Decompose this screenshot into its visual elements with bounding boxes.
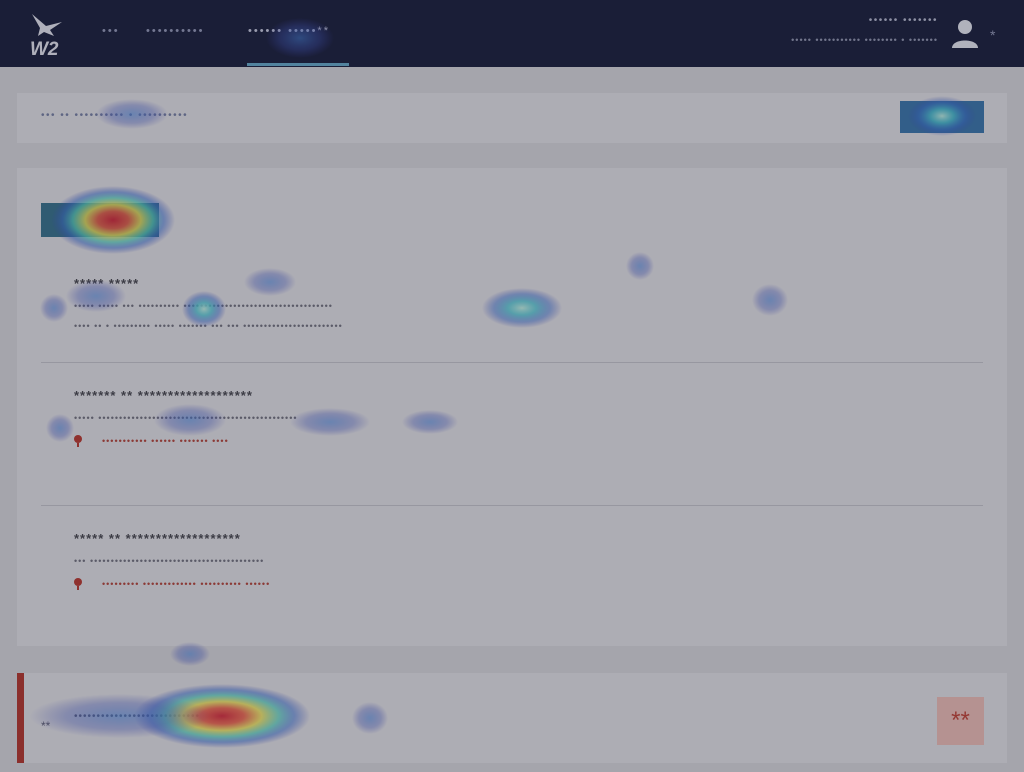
nav-item-3-active[interactable]: •••••• •••••** [248,25,330,37]
section-2-link-row[interactable]: ••••••••••• •••••• ••••••• •••• [74,435,298,447]
section-1-title: ***** ***** [74,276,140,291]
section-3-title: ***** ** ******************* [74,531,241,546]
nav-item-2[interactable]: •••••••••• [146,25,205,37]
section-1: ***** ***** ••••• ••••• ••• •••••••••• •… [74,276,343,331]
breadcrumb-card: ••• •• •••••••••• • •••••••••• [17,93,1007,143]
alert-icon: ** [41,719,51,733]
section-divider-1 [41,362,983,363]
section-2-title: ******* ** ******************* [74,388,253,403]
section-3: ***** ** ******************* ••• •••••••… [74,531,270,590]
section-2: ******* ** ******************* ••••• •••… [74,388,298,447]
section-2-link[interactable]: ••••••••••• •••••• ••••••• •••• [102,436,229,446]
section-3-line-1: ••• ••••••••••••••••••••••••••••••••••••… [74,556,265,566]
section-1-line-2: •••• •• • ••••••••• ••••• ••••••• ••• ••… [74,321,343,331]
section-divider-2 [41,505,983,506]
active-tab-indicator [247,63,349,66]
user-avatar-icon[interactable] [949,16,981,50]
location-pin-icon [74,435,82,447]
alert-accent-bar [17,673,24,763]
nav-item-3-suffix: ** [317,25,330,37]
nav-item-1[interactable]: ••• [102,25,120,37]
user-menu-caret-icon[interactable]: * [990,27,995,43]
user-organization: ••••• ••••••••••• •••••••• • ••••••• [791,35,938,45]
section-3-link-row[interactable]: ••••••••• ••••••••••••• •••••••••• •••••… [74,578,270,590]
user-name: •••••• ••••••• [868,15,938,26]
section-2-line-1: ••••• ••••••••••••••••••••••••••••••••••… [74,413,298,423]
section-3-link[interactable]: ••••••••• ••••••••••••• •••••••••• •••••… [102,579,270,589]
location-pin-icon [74,578,82,590]
nav-item-3-label: •••••• ••••• [248,25,318,37]
page: W2 ••• •••••••••• •••••• •••••** •••••• … [0,0,1024,772]
bird-logo-icon[interactable]: W2 [24,10,74,58]
alert-message: •••••••••••••••••••••••••••• [74,711,201,722]
alert-close-button[interactable]: ** [937,697,984,745]
header-action-button[interactable] [900,101,984,133]
section-1-line-1: ••••• ••••• ••• •••••••••• •••••••••••••… [74,301,333,311]
alert-banner: ** •••••••••••••••••••••••••••• ** [17,673,1007,763]
breadcrumb[interactable]: ••• •• •••••••••• • •••••••••• [41,110,188,121]
top-navigation-bar: W2 ••• •••••••••• •••••• •••••** •••••• … [0,0,1024,67]
main-content-card: ***** ***** ••••• ••••• ••• •••••••••• •… [17,168,1007,646]
logo-text: W2 [30,39,59,58]
primary-action-button[interactable] [41,203,159,237]
